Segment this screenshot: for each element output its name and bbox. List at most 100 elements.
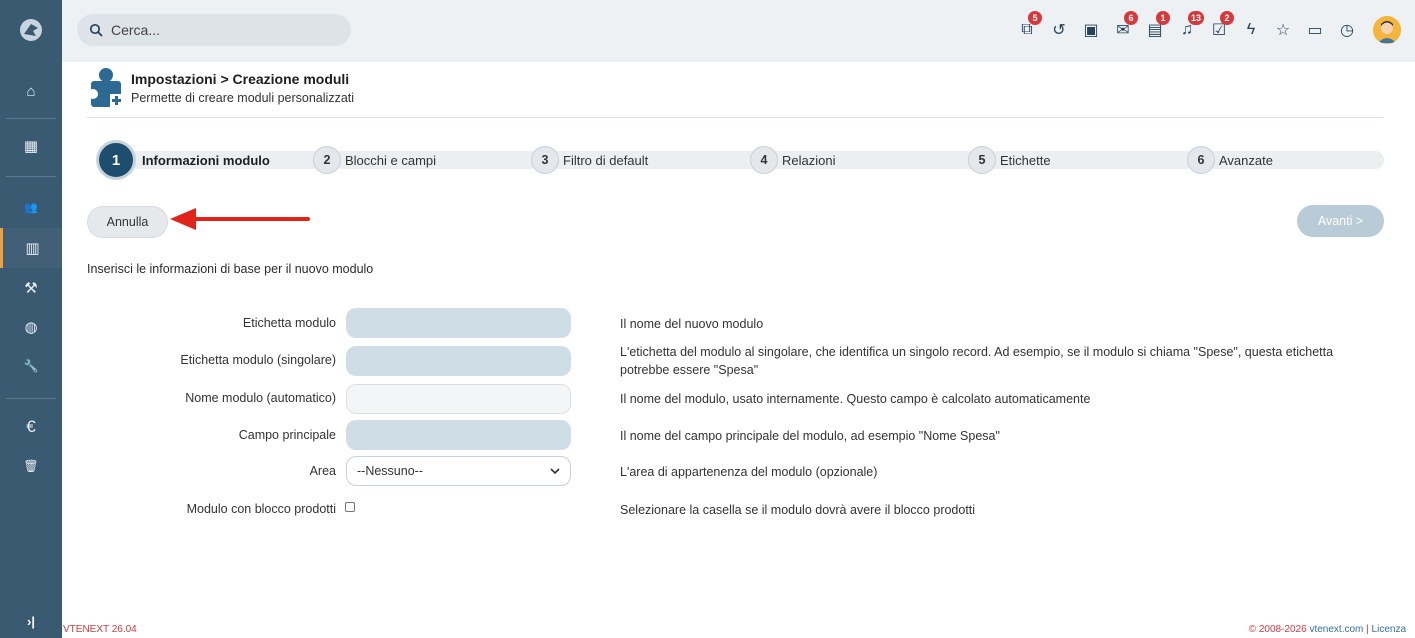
avatar[interactable] — [1373, 16, 1401, 44]
step-label: Etichette — [1000, 152, 1051, 168]
products-block-checkbox[interactable] — [345, 502, 355, 512]
field-help: Selezionare la casella se il modulo dovr… — [620, 503, 976, 517]
vtenext-logo-icon[interactable] — [19, 18, 43, 42]
step-filtro-di-default[interactable]: 3 Filtro di default — [531, 141, 648, 179]
field-label: Campo principale — [238, 428, 336, 442]
field-label: Modulo con blocco prodotti — [186, 502, 336, 516]
sidebar-item-companies[interactable]: ▥ — [0, 228, 62, 268]
field-help: L'area di appartenenza del modulo (opzio… — [620, 465, 878, 479]
notification-badge: 2 — [1220, 11, 1234, 25]
site-link[interactable]: vtenext.com — [1309, 624, 1363, 635]
history-icon: ↺ — [1052, 22, 1066, 39]
search-box[interactable] — [77, 14, 351, 46]
step-etichette[interactable]: 5 Etichette — [968, 141, 1051, 179]
module-label-singular-input[interactable] — [346, 346, 571, 376]
sidebar-divider — [6, 398, 56, 399]
sidebar-item-tools[interactable]: ⚒ — [0, 268, 62, 308]
footer-separator: | — [1363, 624, 1372, 635]
next-button[interactable]: Avanti > — [1297, 205, 1384, 237]
notes-icon: ▭ — [1307, 22, 1323, 39]
sidebar: ⌂ ▦ 👥 ▥ ⚒ ◍ 🔧 € 🗑 ›| — [0, 0, 62, 638]
page-subtitle: Permette di creare moduli personalizzati — [131, 91, 355, 105]
sidebar-item-settings[interactable]: 🔧 — [0, 346, 62, 386]
version-label: VTENEXT 26.04 — [63, 624, 137, 635]
module-name-input — [346, 384, 571, 414]
step-avanzate[interactable]: 6 Avanzate — [1187, 141, 1273, 179]
field-label: Area — [309, 464, 336, 478]
chevron-down-icon — [550, 467, 560, 474]
sidebar-item-apps[interactable]: ▦ — [0, 126, 62, 166]
chat-button[interactable]: ▤ 1 — [1139, 11, 1171, 47]
cancel-button[interactable]: Annulla — [87, 206, 168, 238]
sidebar-item-web[interactable]: ◍ — [0, 307, 62, 347]
sidebar-expand-button[interactable]: ›| — [0, 605, 62, 638]
timer-icon: ◷ — [1340, 22, 1354, 39]
mail-button[interactable]: ✉ 6 — [1107, 11, 1139, 47]
home-icon: ⌂ — [26, 82, 36, 100]
footer-copyright: © 2008-2026 vtenext.com | Licenza — [1249, 624, 1406, 635]
history-button[interactable]: ↺ — [1043, 13, 1075, 47]
expand-icon: ›| — [27, 614, 35, 629]
field-help: Il nome del campo principale del modulo,… — [620, 429, 1000, 443]
main-field-input[interactable] — [346, 420, 571, 450]
field-help: Il nome del modulo, usato internamente. … — [620, 392, 1091, 406]
globe-icon: ◍ — [24, 319, 38, 336]
topbar-icons: ⧉ 5 ↺ ▣ ✉ 6 ▤ 1 ♫ 13 ☑ 2 ϟ ☆ ▭ ◷ — [1011, 11, 1401, 47]
step-label: Filtro di default — [563, 152, 649, 168]
search-icon — [89, 23, 103, 37]
field-label: Nome modulo (automatico) — [185, 391, 336, 405]
page-title: Impostazioni > Creazione moduli — [131, 71, 350, 87]
step-label: Blocchi e campi — [345, 152, 437, 168]
area-select-value: --Nessuno-- — [357, 464, 423, 478]
notification-badge: 13 — [1188, 11, 1205, 25]
step-label: Informazioni modulo — [142, 152, 270, 168]
star-icon: ☆ — [1275, 22, 1291, 39]
search-input[interactable] — [111, 22, 331, 38]
step-number: 5 — [968, 146, 996, 174]
sidebar-divider — [6, 118, 56, 119]
step-number: 4 — [750, 146, 778, 174]
module-label-input[interactable] — [346, 308, 571, 338]
license-link[interactable]: Licenza — [1372, 624, 1406, 635]
field-help: L'etichetta del modulo al singolare, che… — [620, 345, 1334, 377]
sidebar-item-billing[interactable]: € — [0, 407, 62, 447]
todo-button[interactable]: ☑ 2 — [1203, 11, 1235, 47]
user-avatar-icon — [1373, 16, 1401, 44]
grid-icon: ▦ — [23, 138, 39, 155]
notes-button[interactable]: ▭ — [1299, 13, 1331, 47]
topbar: ⧉5 ↺ ▣ ✉6 ▤1 ♫13 ☑2 ϟ ☆ ▭ ◷ — [62, 0, 1415, 62]
notification-badge: 1 — [1156, 11, 1170, 25]
sidebar-item-bin[interactable]: 🗑 — [0, 446, 62, 486]
step-informazioni-modulo[interactable]: 1 Informazioni modulo — [96, 140, 270, 180]
step-label: Avanzate — [1219, 152, 1273, 168]
header-divider — [87, 117, 1384, 118]
step-number: 2 — [313, 146, 341, 174]
field-help: Il nome del nuovo modulo — [620, 317, 764, 331]
sidebar-divider — [6, 176, 56, 177]
gavel-icon: ⚒ — [24, 280, 38, 297]
building-icon: ▥ — [25, 240, 40, 257]
puzzle-module-icon — [89, 68, 123, 107]
trash-icon: 🗑 — [23, 459, 39, 473]
field-label: Etichetta modulo (singolare) — [180, 353, 336, 367]
field-label: Etichetta modulo — [242, 316, 336, 330]
step-relazioni[interactable]: 4 Relazioni — [750, 141, 835, 179]
process-button[interactable]: ⧉ 5 — [1011, 11, 1043, 47]
area-select[interactable]: --Nessuno-- — [346, 456, 571, 486]
euro-icon: € — [26, 417, 36, 436]
contacts-icon: 👥 — [24, 201, 38, 214]
quick-create-button[interactable]: ϟ — [1235, 13, 1267, 47]
sidebar-item-home[interactable]: ⌂ — [0, 71, 62, 111]
timer-button[interactable]: ◷ — [1331, 13, 1363, 47]
favorites-button[interactable]: ☆ — [1267, 13, 1299, 47]
red-arrow-annotation-icon — [170, 208, 310, 230]
calendar-button[interactable]: ▣ — [1075, 13, 1107, 47]
notification-badge: 6 — [1124, 11, 1138, 25]
step-blocchi-e-campi[interactable]: 2 Blocchi e campi — [313, 141, 436, 179]
sidebar-item-contacts[interactable]: 👥 — [0, 187, 62, 227]
intro-text: Inserisci le informazioni di base per il… — [87, 262, 374, 276]
flash-icon: ϟ — [1246, 21, 1256, 38]
step-number: 3 — [531, 146, 559, 174]
notification-badge: 5 — [1028, 11, 1042, 25]
notifications-button[interactable]: ♫ 13 — [1171, 11, 1205, 47]
